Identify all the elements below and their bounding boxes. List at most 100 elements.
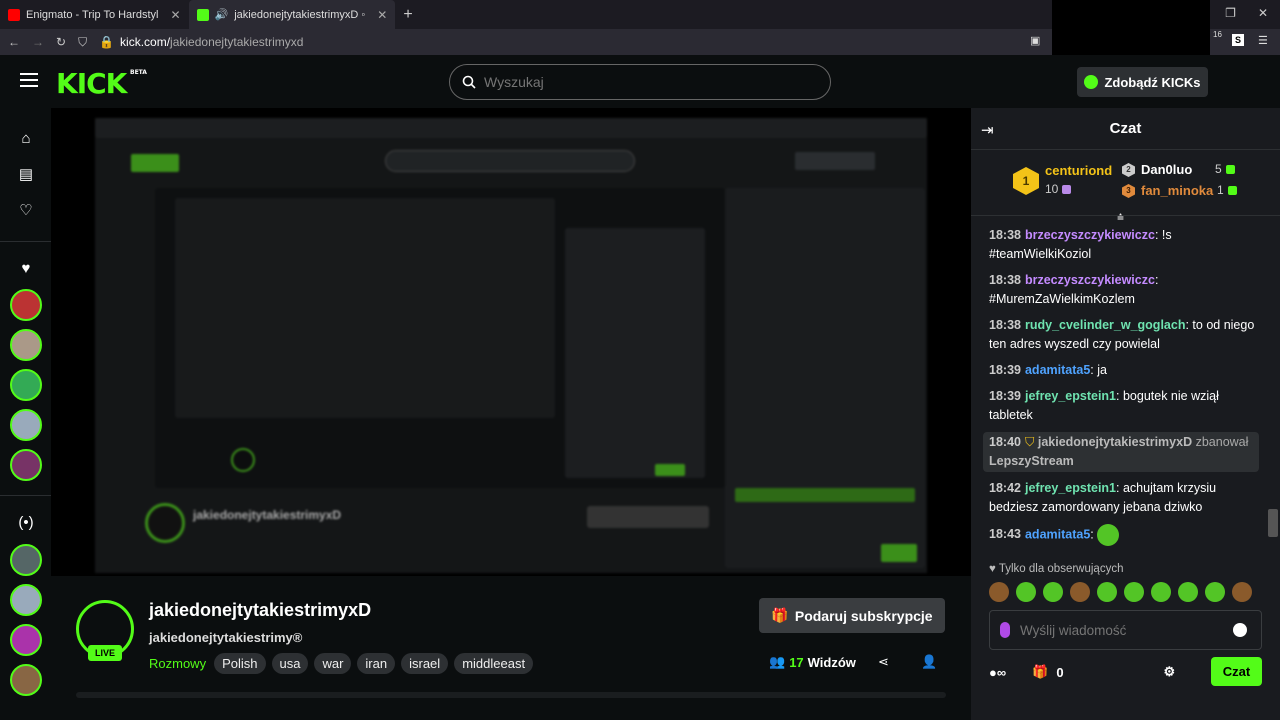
- message-username[interactable]: adamitata5: [1025, 363, 1090, 377]
- channel-avatar[interactable]: [10, 664, 42, 696]
- chat-scrollbar-thumb[interactable]: [1268, 509, 1278, 537]
- lock-icon: 🔒: [99, 35, 115, 49]
- menu-icon[interactable]: ☰: [1258, 34, 1268, 47]
- message-time: 18:40: [989, 435, 1021, 449]
- back-arrow-icon[interactable]: ←: [8, 35, 20, 49]
- channel-avatar[interactable]: [10, 329, 42, 361]
- message-username[interactable]: jefrey_epstein1: [1025, 481, 1116, 495]
- tag-chip[interactable]: war: [314, 653, 352, 674]
- extension-icon[interactable]: S: [1232, 34, 1244, 46]
- gift-icon: 🎁: [771, 607, 789, 623]
- reader-view-icon[interactable]: ▣: [1030, 34, 1040, 47]
- chat-input-box[interactable]: [989, 610, 1262, 650]
- tag-chip[interactable]: iran: [357, 653, 396, 674]
- address-field[interactable]: 🔒 kick.com/jakiedonejtytakiestrimyxd: [99, 35, 303, 49]
- emoji-picker-icon[interactable]: [1233, 623, 1247, 637]
- leader-name[interactable]: Dan0luo: [1141, 162, 1192, 177]
- settings-gear-icon[interactable]: ⚙: [1164, 664, 1176, 680]
- viewer-count: 👥 17 Widzów: [769, 654, 856, 670]
- channel-avatar[interactable]: [10, 624, 42, 656]
- blur-block: [735, 488, 915, 502]
- browse-icon[interactable]: ▤: [17, 166, 35, 184]
- browser-tab-kick[interactable]: 🔊 jakiedonejtytakiestrimyxD ◦ ✕: [188, 0, 396, 29]
- streamer-name[interactable]: jakiedonejtytakiestrimyxD: [149, 600, 371, 621]
- search-input[interactable]: [484, 74, 804, 90]
- emote-icon[interactable]: [1205, 582, 1225, 602]
- infinity-icon[interactable]: ●∞: [989, 665, 1006, 680]
- search-box[interactable]: [449, 64, 831, 100]
- emote-icon[interactable]: [1097, 582, 1117, 602]
- forward-arrow-icon[interactable]: →: [32, 35, 44, 49]
- tag-chip[interactable]: Polish: [214, 653, 266, 674]
- message-username[interactable]: rudy_cvelinder_w_goglach: [1025, 318, 1185, 332]
- tag-chip[interactable]: usa: [271, 653, 309, 674]
- channel-avatar[interactable]: [10, 289, 42, 321]
- message-time: 18:38: [989, 318, 1021, 332]
- follow-user-icon[interactable]: 👤: [921, 654, 937, 670]
- new-tab-button[interactable]: +: [395, 6, 420, 24]
- close-tab-icon[interactable]: ✕: [170, 8, 180, 22]
- send-chat-button[interactable]: Czat: [1211, 657, 1262, 686]
- leader-name[interactable]: centuriond: [1045, 163, 1112, 178]
- hamburger-menu-icon[interactable]: [20, 73, 38, 87]
- reload-icon[interactable]: ↻: [56, 35, 66, 49]
- message-username[interactable]: brzeczyszczykiewiczc: [1025, 273, 1155, 287]
- share-icon[interactable]: ⋖: [878, 654, 889, 670]
- expand-pinned-icon[interactable]: ⩮: [1117, 210, 1124, 225]
- microphone-icon[interactable]: [1000, 622, 1010, 638]
- followers-only-label: Tylko dla obserwujących: [998, 563, 1124, 575]
- leader-name[interactable]: fan_minoka: [1141, 183, 1213, 198]
- chat-header: ⇥ Czat: [971, 108, 1280, 150]
- gift-subscription-button[interactable]: 🎁 Podaruj subskrypcje: [759, 598, 945, 633]
- chat-scrollbar[interactable]: [1267, 226, 1280, 550]
- blur-block: [795, 152, 875, 170]
- tag-chip[interactable]: middleeast: [454, 653, 534, 674]
- kick-logo[interactable]: KICK BETA: [56, 67, 147, 100]
- tag-chip[interactable]: israel: [401, 653, 449, 674]
- emote-icon[interactable]: [1070, 582, 1090, 602]
- url-host: kick.com/: [120, 35, 171, 49]
- emote-icon[interactable]: [1178, 582, 1198, 602]
- mod-shield-icon: ⛉: [1024, 435, 1035, 449]
- emote-icon[interactable]: [1124, 582, 1144, 602]
- restore-window-icon[interactable]: ❐: [1225, 6, 1236, 20]
- message-time: 18:38: [989, 273, 1021, 287]
- emote-icon[interactable]: [1232, 582, 1252, 602]
- blurred-stream-content: jakiedonejtytakiestrimyxD: [95, 118, 927, 573]
- channel-avatar[interactable]: [10, 584, 42, 616]
- speaker-icon[interactable]: 🔊: [215, 8, 229, 21]
- emote-icon: [1097, 524, 1120, 546]
- emote-quickbar: [989, 582, 1252, 602]
- close-window-icon[interactable]: ✕: [1258, 6, 1268, 20]
- message-username[interactable]: jefrey_epstein1: [1025, 389, 1116, 403]
- close-tab-icon[interactable]: ✕: [377, 8, 387, 22]
- channel-avatar[interactable]: [10, 449, 42, 481]
- get-kicks-label: Zdobądź KICKs: [1104, 74, 1201, 90]
- heart-icon: ♥: [989, 563, 996, 575]
- kick-favicon-icon: [196, 8, 209, 21]
- home-icon[interactable]: ⌂: [17, 130, 35, 148]
- category-link[interactable]: Rozmowy: [149, 656, 206, 671]
- extension-badge: 16: [1213, 30, 1222, 39]
- message-username[interactable]: adamitata5: [1025, 527, 1090, 541]
- get-kicks-button[interactable]: Zdobądź KICKs: [1077, 67, 1208, 97]
- banned-user[interactable]: LepszyStream: [989, 454, 1074, 468]
- heart-icon[interactable]: ♡: [17, 202, 35, 220]
- message-username[interactable]: brzeczyszczykiewiczc: [1025, 228, 1155, 242]
- channel-avatar[interactable]: [10, 369, 42, 401]
- video-player[interactable]: jakiedonejtytakiestrimyxD: [51, 108, 971, 576]
- emote-icon[interactable]: [1151, 582, 1171, 602]
- moderator-name[interactable]: jakiedonejtytakiestrimyxD: [1038, 435, 1192, 449]
- chat-message: 18:39 adamitata5: ja: [989, 363, 1107, 377]
- gift-leaderboard: 1 centuriond 10 2 Dan0luo 5 3 fan_minoka…: [971, 151, 1280, 216]
- emote-icon[interactable]: [1016, 582, 1036, 602]
- channel-avatar[interactable]: [10, 409, 42, 441]
- moderation-action: zbanował: [1195, 435, 1249, 449]
- shield-icon[interactable]: ⛉: [78, 35, 87, 50]
- browser-tab-youtube[interactable]: Enigmato - Trip To Hardstyl ✕: [0, 0, 189, 29]
- gift-box-icon[interactable]: 🎁: [1032, 664, 1048, 680]
- emote-icon[interactable]: [989, 582, 1009, 602]
- chat-message-input[interactable]: [1020, 622, 1210, 638]
- channel-avatar[interactable]: [10, 544, 42, 576]
- emote-icon[interactable]: [1043, 582, 1063, 602]
